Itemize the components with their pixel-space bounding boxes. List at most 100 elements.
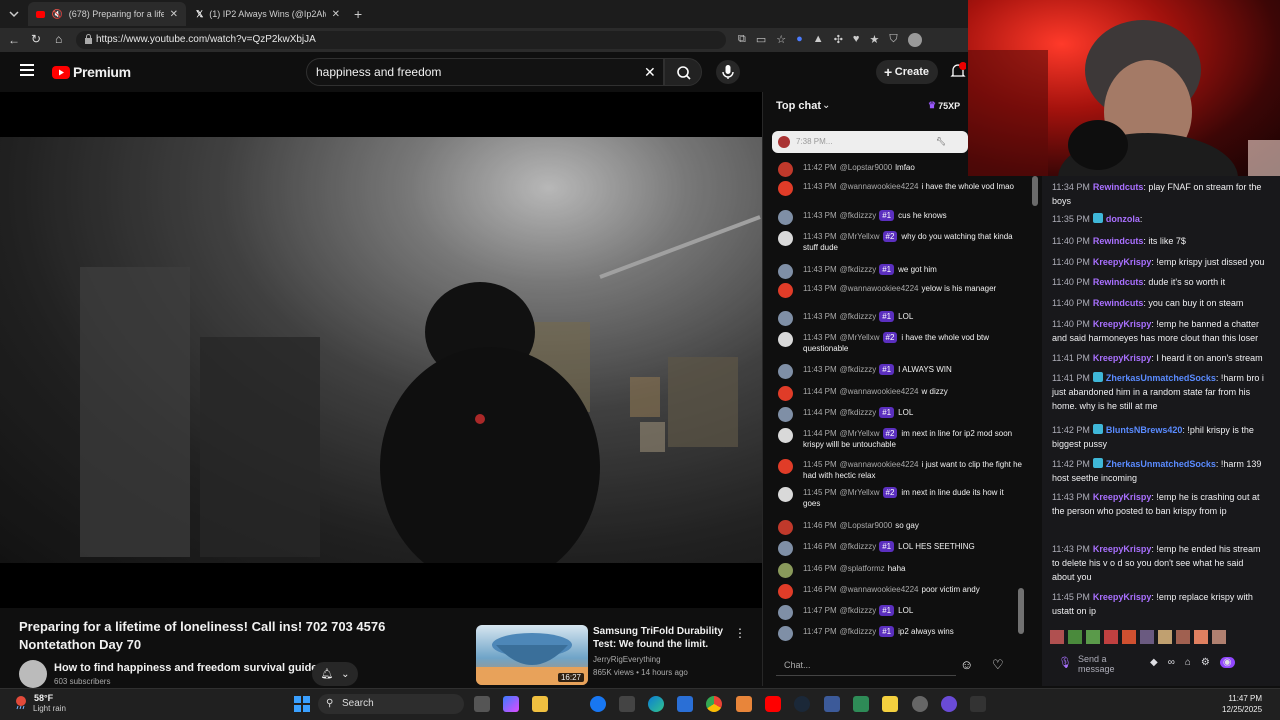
- clear-search-icon[interactable]: ✕: [644, 64, 656, 81]
- copilot-icon[interactable]: [503, 696, 519, 712]
- twitch-chat-message[interactable]: 11:40 PM KreepyKrispy: !emp krispy just d…: [1052, 255, 1268, 269]
- chat-username[interactable]: @fkdizzzy: [840, 211, 877, 220]
- extension-blue-icon[interactable]: ●: [796, 33, 803, 47]
- twitch-username[interactable]: Rewindcuts: [1093, 182, 1144, 192]
- favorite-star-icon[interactable]: ☆: [776, 33, 786, 47]
- twitch-username[interactable]: ZherkasUnmatchedSocks: [1106, 373, 1216, 383]
- chat-message[interactable]: 11:45 PM @MrYellxw #2 im next in line dude …: [778, 487, 1023, 509]
- chat-avatar[interactable]: [778, 283, 793, 298]
- search-button[interactable]: [664, 58, 702, 86]
- split-screen-icon[interactable]: ▭: [756, 33, 766, 47]
- chat-username[interactable]: @splatformz: [840, 564, 885, 573]
- chat-username[interactable]: @MrYellxw: [840, 488, 880, 497]
- twitch-username[interactable]: Rewindcuts: [1093, 277, 1144, 287]
- reload-button[interactable]: ↻: [31, 32, 41, 46]
- file-explorer-icon[interactable]: [532, 696, 548, 712]
- twitch-chat-message[interactable]: 11:41 PM ZherkasUnmatchedSocks: !harm bro…: [1052, 371, 1268, 413]
- chat-username[interactable]: @MrYellxw: [840, 232, 880, 241]
- twitch-chat-message[interactable]: 11:43 PM KreepyKrispy: !emp he ended his …: [1052, 542, 1268, 584]
- twitch-username[interactable]: ZherkasUnmatchedSocks: [1106, 459, 1216, 469]
- extension-icon[interactable]: ▲: [813, 33, 824, 47]
- weather-description[interactable]: Light rain: [33, 704, 66, 713]
- url-field[interactable]: https://www.youtube.com/watch?v=QzP2kwXb…: [76, 31, 726, 49]
- chat-username[interactable]: @wannawookiee4224: [840, 387, 919, 396]
- settings-gear-icon[interactable]: ⚙: [1201, 657, 1210, 668]
- twitch-chat-message[interactable]: 11:45 PM KreepyKrispy: !emp replace krisp…: [1052, 590, 1268, 618]
- amazon-icon[interactable]: [619, 696, 635, 712]
- emoji-icon[interactable]: ☺: [960, 657, 973, 672]
- chat-username[interactable]: @wannawookiee4224: [840, 460, 919, 469]
- chat-username[interactable]: @fkdizzzy: [840, 627, 877, 636]
- chat-avatar[interactable]: [778, 605, 793, 620]
- chat-avatar[interactable]: [778, 162, 793, 177]
- twitch-chat-input[interactable]: Send a message: [1078, 654, 1138, 676]
- chat-avatar[interactable]: [778, 563, 793, 578]
- twitch-chat-message[interactable]: 11:34 PM Rewindcuts: play FNAF on stream …: [1052, 180, 1268, 208]
- notifications-bell-icon[interactable]: [950, 62, 966, 80]
- chat-message[interactable]: 11:46 PM @wannawookiee4224 poor victim and…: [778, 584, 1023, 599]
- chat-message[interactable]: 11:47 PM @fkdizzzy #1 LOL: [778, 605, 1023, 620]
- chat-username[interactable]: @Lopstar9000: [840, 521, 893, 530]
- twitch-username[interactable]: KreepyKrispy: [1093, 257, 1152, 267]
- chat-avatar[interactable]: [778, 210, 793, 225]
- chat-username[interactable]: @Lopstar9000: [840, 163, 893, 172]
- chat-message[interactable]: 11:46 PM @fkdizzzy #1 LOL HES SEETHING: [778, 541, 1023, 556]
- site-info-icon[interactable]: [84, 34, 93, 45]
- twitch-chat-message[interactable]: 11:41 PM KreepyKrispy: I heard it on anon…: [1052, 351, 1268, 365]
- twitch-username[interactable]: donzola: [1106, 214, 1140, 224]
- terminal-icon[interactable]: [970, 696, 986, 712]
- app-available-icon[interactable]: ⧉: [738, 33, 746, 47]
- infinity-icon[interactable]: ∞: [1168, 657, 1175, 668]
- chat-message[interactable]: 11:43 PM @fkdizzzy #1 LOL: [778, 311, 1023, 326]
- chat-avatar[interactable]: [778, 407, 793, 422]
- voice-search-button[interactable]: [716, 60, 740, 84]
- page-scrollbar[interactable]: [1032, 176, 1038, 206]
- chat-message[interactable]: 11:43 PM @fkdizzzy #1 cus he knows: [778, 210, 1023, 225]
- settings-app-icon[interactable]: [824, 696, 840, 712]
- chat-message[interactable]: 11:46 PM @Lopstar9000 so gay: [778, 520, 1023, 535]
- tab-close-icon[interactable]: ✕: [170, 9, 178, 20]
- tab-youtube[interactable]: 🔇 (678) Preparing for a lifetime ✕: [28, 2, 186, 26]
- tab-x[interactable]: 𝕏 (1) IP2 Always Wins (@Ip2AlwaysW ✕: [188, 2, 348, 26]
- mic-icon[interactable]: 🎙︎: [1058, 656, 1072, 669]
- chat-message[interactable]: 11:44 PM @wannawookiee4224 w dizzy: [778, 386, 1023, 401]
- chat-username[interactable]: @fkdizzzy: [840, 265, 877, 274]
- chat-avatar[interactable]: [778, 332, 793, 347]
- chat-message[interactable]: 11:43 PM @fkdizzzy #1 I ALWAYS WIN: [778, 364, 1023, 379]
- hamburger-menu-icon[interactable]: [20, 64, 34, 76]
- twitch-chat-message[interactable]: 11:43 PM KreepyKrispy: !emp he is crashin…: [1052, 490, 1268, 518]
- browser-essentials-icon[interactable]: ♥: [853, 33, 860, 47]
- channel-name[interactable]: How to find happiness and freedom surviv…: [54, 662, 317, 674]
- heart-icon[interactable]: ♡: [992, 657, 1004, 673]
- xp-badge[interactable]: ♛ 75XP: [928, 100, 960, 111]
- youtube-app-icon[interactable]: [765, 696, 781, 712]
- mute-icon[interactable]: 🔇: [51, 9, 62, 20]
- video-frame[interactable]: [0, 137, 762, 563]
- profile-avatar-icon[interactable]: [907, 33, 922, 47]
- ttv-button-icon[interactable]: ◉: [1219, 657, 1235, 668]
- twitch-username[interactable]: Rewindcuts: [1093, 298, 1144, 308]
- bits-icon[interactable]: ◆: [1150, 657, 1158, 668]
- emote-icons[interactable]: [1050, 628, 1232, 646]
- vlc-icon[interactable]: [736, 696, 752, 712]
- home-button[interactable]: ⌂: [55, 32, 62, 46]
- sticky-notes-icon[interactable]: [882, 696, 898, 712]
- chrome-icon[interactable]: [706, 696, 722, 712]
- chat-input[interactable]: Chat...: [776, 654, 956, 676]
- chat-avatar[interactable]: [778, 626, 793, 641]
- chat-username[interactable]: @fkdizzzy: [840, 312, 877, 321]
- chat-avatar[interactable]: [778, 386, 793, 401]
- extensions-puzzle-icon[interactable]: ✣: [834, 33, 843, 47]
- chat-message[interactable]: 11:46 PM @splatformz haha: [778, 563, 1023, 578]
- chat-avatar[interactable]: [778, 231, 793, 246]
- chat-avatar[interactable]: [778, 520, 793, 535]
- chat-username[interactable]: @wannawookiee4224: [840, 182, 919, 191]
- chat-avatar[interactable]: [778, 541, 793, 556]
- youtube-premium-logo[interactable]: Premium: [52, 64, 131, 80]
- chat-username[interactable]: @wannawookiee4224: [840, 585, 919, 594]
- recommended-channel[interactable]: JerryRigEverything: [593, 655, 661, 664]
- chat-avatar[interactable]: [778, 181, 793, 196]
- twitch-username[interactable]: KreepyKrispy: [1093, 319, 1152, 329]
- recommended-title[interactable]: Samsung TriFold Durability Test: We foun…: [593, 625, 728, 651]
- obs-icon[interactable]: [941, 696, 957, 712]
